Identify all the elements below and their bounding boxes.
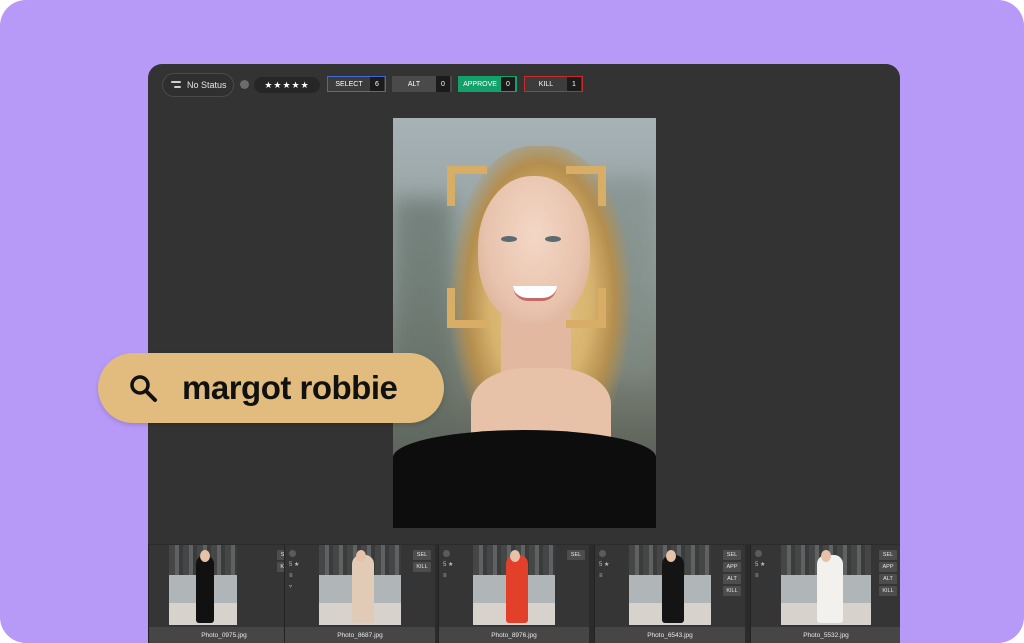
item-meta: 5 ★ ≡ ▿	[289, 550, 299, 593]
tag-icon: ≡	[755, 573, 759, 579]
alt-label: ALT	[407, 80, 421, 88]
tag-sel[interactable]: SEL	[723, 550, 741, 560]
approve-filter-button[interactable]: APPROVE 0	[458, 76, 517, 92]
tag-list: SEL KILL	[413, 550, 431, 572]
alt-filter-button[interactable]: ALT 0	[392, 76, 452, 92]
approve-count: 0	[501, 77, 515, 91]
main-photo-preview[interactable]	[393, 118, 656, 528]
tag-sel[interactable]: SEL	[879, 550, 897, 560]
approve-label: APPROVE	[463, 80, 497, 88]
filmstrip: SEL KILL Photo_0975.jpg 5 ★ ≡ ▿ SE	[148, 544, 900, 643]
kill-label: KILL	[538, 80, 554, 88]
thumbnail[interactable]	[473, 545, 555, 625]
tag-icon: ≡	[289, 573, 293, 579]
filename-label: Photo_5532.jpg	[751, 627, 900, 643]
tag-sel[interactable]: SEL	[413, 550, 431, 560]
kill-filter-button[interactable]: KILL 1	[524, 76, 583, 92]
face-detect-corner-icon	[447, 166, 487, 206]
thumbnail[interactable]	[629, 545, 711, 625]
color-label-dot[interactable]	[289, 550, 296, 557]
tag-list: SEL APP ALT KILL	[879, 550, 897, 596]
color-label-dot[interactable]	[599, 550, 606, 557]
color-label-dot[interactable]	[240, 80, 249, 89]
thumbnail[interactable]	[781, 545, 871, 625]
search-query[interactable]: margot robbie	[182, 369, 398, 407]
tag-icon: ≡	[443, 573, 447, 579]
tag-kill[interactable]: KILL	[879, 586, 897, 596]
star-rating[interactable]: ★★★★★	[254, 77, 320, 93]
item-meta: 5 ★ ≡	[599, 550, 609, 582]
page-background: No Status ★★★★★ SELECT 6 ALT 0 APPROVE 0…	[0, 0, 1024, 643]
face-detect-corner-icon	[566, 166, 606, 206]
color-label-dot[interactable]	[755, 550, 762, 557]
status-filter-button[interactable]: No Status	[162, 73, 234, 97]
tag-alt[interactable]: ALT	[723, 574, 741, 584]
face-detect-corner-icon	[566, 288, 606, 328]
tag-sel[interactable]: SEL	[567, 550, 585, 560]
photo-subject-dress	[393, 430, 656, 528]
search-icon	[130, 375, 157, 402]
toolbar: No Status ★★★★★ SELECT 6 ALT 0 APPROVE 0…	[148, 64, 900, 106]
tag-app[interactable]: APP	[723, 562, 741, 572]
filmstrip-item[interactable]: 5 ★ ≡ SEL APP ALT KILL Photo_6543.jpg	[594, 545, 745, 643]
rating-label: 5 ★	[289, 562, 300, 568]
select-filter-button[interactable]: SELECT 6	[327, 76, 386, 92]
color-label-dot[interactable]	[443, 550, 450, 557]
status-label: No Status	[187, 80, 227, 90]
filename-label: Photo_6543.jpg	[595, 627, 745, 643]
item-meta: 5 ★ ≡	[755, 550, 765, 582]
select-count: 6	[370, 77, 384, 91]
rating-label: 5 ★	[599, 562, 610, 568]
kill-count: 1	[567, 77, 581, 91]
flag-icon: ▿	[289, 584, 293, 590]
filmstrip-item[interactable]: 5 ★ ≡ ▿ SEL KILL Photo_8687.jpg	[284, 545, 435, 643]
filmstrip-item[interactable]: SEL KILL Photo_0975.jpg	[148, 545, 299, 643]
alt-count: 0	[436, 76, 450, 92]
filename-label: Photo_8687.jpg	[285, 627, 435, 643]
tag-list: SEL APP ALT KILL	[723, 550, 741, 596]
rating-label: 5 ★	[443, 562, 454, 568]
tag-app[interactable]: APP	[879, 562, 897, 572]
tag-list: SEL	[567, 550, 585, 560]
item-meta: 5 ★ ≡	[443, 550, 453, 582]
filmstrip-item[interactable]: 5 ★ ≡ SEL APP ALT KILL Photo_5532.jpg	[750, 545, 900, 643]
tag-kill[interactable]: KILL	[413, 562, 431, 572]
filmstrip-item[interactable]: 5 ★ ≡ SEL Photo_8976.jpg	[438, 545, 589, 643]
search-bar[interactable]: margot robbie	[98, 353, 444, 423]
filename-label: Photo_8976.jpg	[439, 627, 589, 643]
tag-kill[interactable]: KILL	[723, 586, 741, 596]
tag-icon: ≡	[599, 573, 603, 579]
thumbnail[interactable]	[169, 545, 237, 625]
status-list-icon	[171, 81, 181, 89]
filename-label: Photo_0975.jpg	[149, 627, 299, 643]
tag-alt[interactable]: ALT	[879, 574, 897, 584]
select-label: SELECT	[335, 80, 363, 88]
thumbnail[interactable]	[319, 545, 401, 625]
rating-label: 5 ★	[755, 562, 766, 568]
face-detect-corner-icon	[447, 288, 487, 328]
